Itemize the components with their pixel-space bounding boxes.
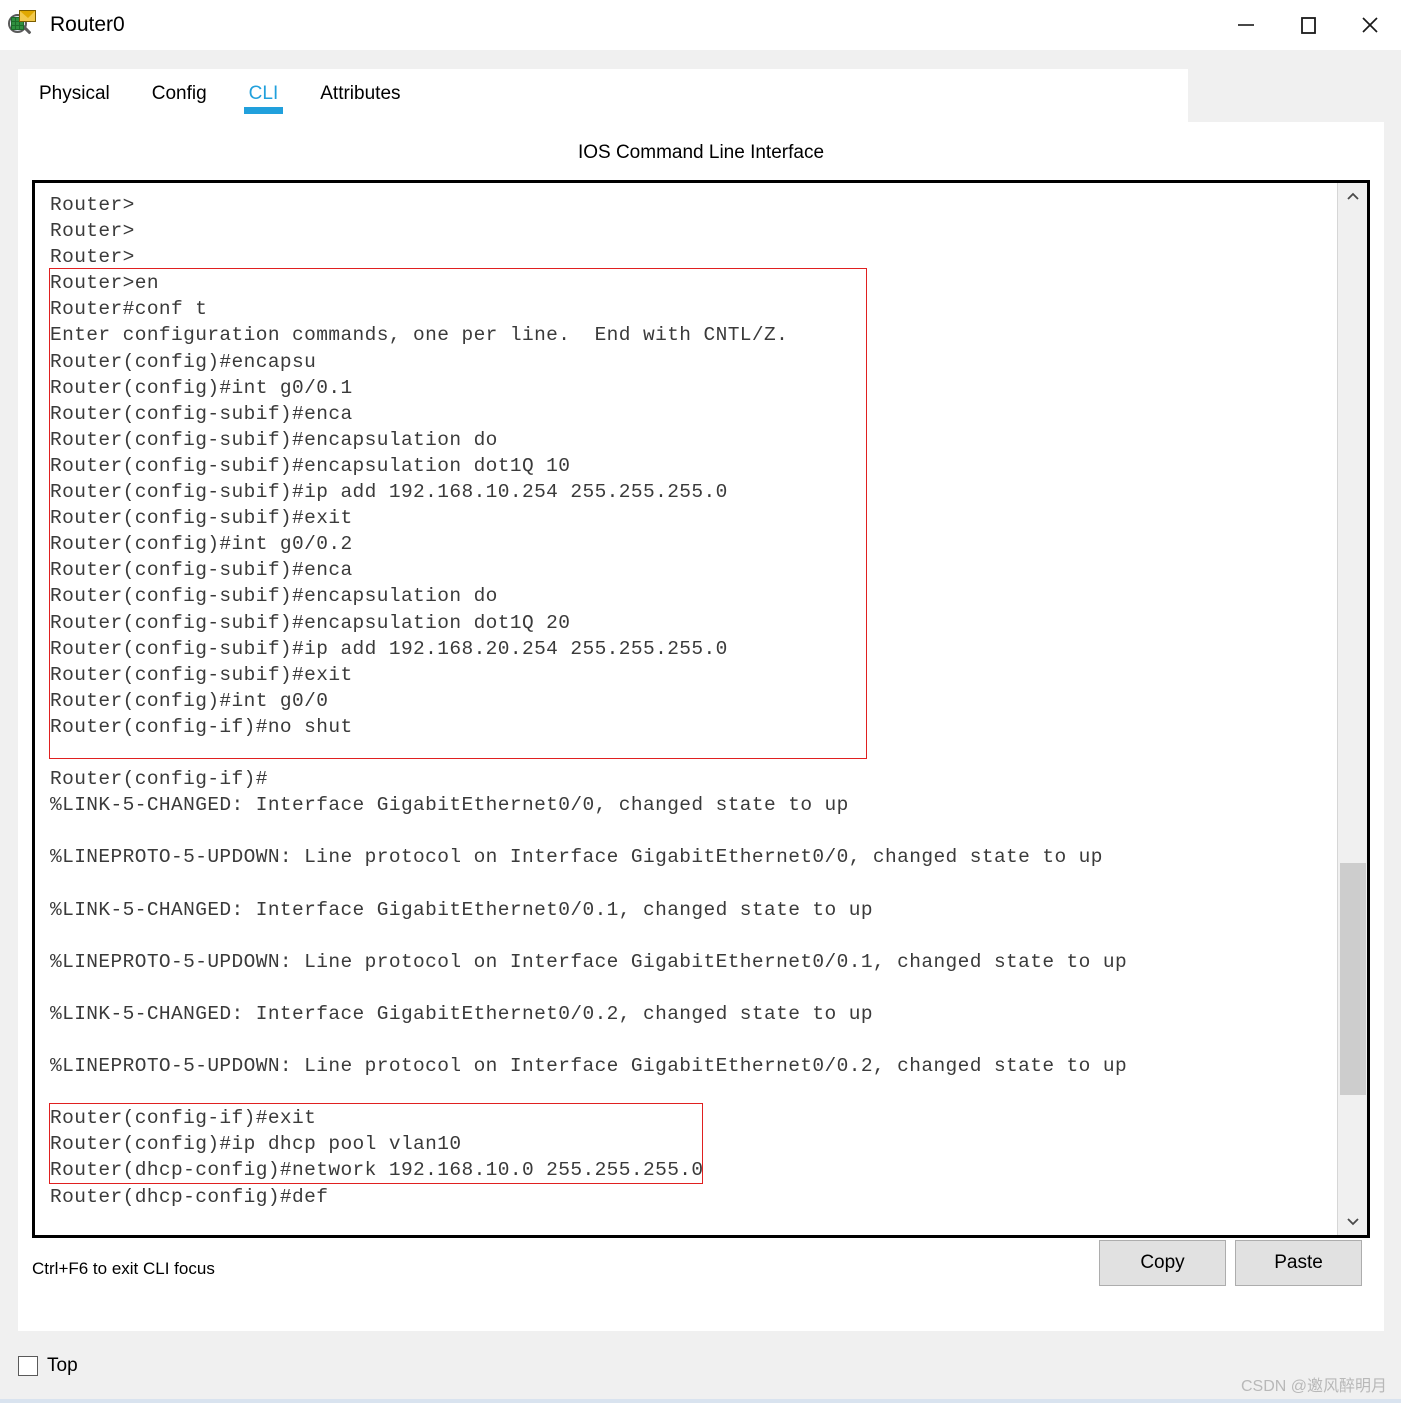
tab-attributes[interactable]: Attributes: [299, 69, 421, 122]
terminal-line: Router(config-if)#no shut: [50, 715, 353, 738]
router-cli-window: Router0 Physical Config CLI Attributes I…: [0, 0, 1401, 1403]
terminal-line: %LINK-5-CHANGED: Interface GigabitEthern…: [50, 1002, 873, 1025]
terminal-frame: Router> Router> Router> Router>en Router#con…: [32, 180, 1370, 1238]
watermark: CSDN @邀风醉明月: [1240, 1378, 1387, 1395]
terminal-line: Router(config-subif)#encapsulation do: [50, 428, 498, 451]
tab-strip: Physical Config CLI Attributes: [0, 50, 1401, 122]
terminal-line: Router>: [50, 220, 135, 243]
tab-list: Physical Config CLI Attributes: [18, 69, 422, 122]
terminal-line: Router(config)#int g0/0.2: [50, 533, 353, 556]
tab-cli-label: CLI: [248, 83, 279, 104]
top-checkbox[interactable]: [18, 1356, 38, 1376]
window-title: Router0: [50, 13, 125, 36]
tab-physical-label: Physical: [39, 83, 110, 104]
cli-panel: IOS Command Line Interface Router> Router…: [18, 122, 1384, 1331]
bottom-bar: Top CSDN @邀风醉明月: [0, 1331, 1401, 1403]
terminal-line: Router(dhcp-config)#def: [50, 1185, 329, 1208]
tab-config[interactable]: Config: [131, 69, 228, 122]
terminal-line: Router(config)#encapsu: [50, 350, 317, 373]
top-checkbox-row[interactable]: Top: [18, 1355, 78, 1377]
window-controls: [1215, 0, 1401, 50]
paste-button[interactable]: Paste: [1235, 1240, 1362, 1286]
terminal-line: Router>: [50, 246, 135, 269]
terminal-line: Router(config-subif)#exit: [50, 507, 353, 530]
terminal-line: Router>en: [50, 272, 159, 295]
terminal-line: Router(config)#int g0/0.1: [50, 376, 353, 399]
panel-title: IOS Command Line Interface: [577, 142, 825, 163]
terminal-output[interactable]: Router> Router> Router> Router>en Router#con…: [35, 183, 1337, 1235]
tab-config-label: Config: [151, 83, 207, 104]
terminal-line: %LINK-5-CHANGED: Interface GigabitEthern…: [50, 898, 873, 921]
cli-focus-hint: Ctrl+F6 to exit CLI focus: [32, 1259, 215, 1278]
top-checkbox-label: Top: [47, 1355, 78, 1376]
terminal-line: %LINK-5-CHANGED: Interface GigabitEthern…: [50, 794, 849, 817]
close-icon[interactable]: [1339, 0, 1401, 50]
terminal-line: %LINEPROTO-5-UPDOWN: Line protocol on In…: [50, 1055, 1128, 1078]
terminal-line: Router(config)#ip dhcp pool vlan10: [50, 1133, 462, 1156]
terminal-line: Router>: [50, 194, 135, 216]
title-bar: Router0: [0, 0, 1401, 50]
tab-cli[interactable]: CLI: [228, 69, 300, 122]
terminal-line: Router(config-subif)#ip add 192.168.10.2…: [50, 481, 728, 504]
terminal-line: Router(config-subif)#enca: [50, 402, 353, 425]
chevron-down-icon[interactable]: [1338, 1207, 1368, 1235]
terminal-line: Router#conf t: [50, 298, 208, 321]
terminal-line: Enter configuration commands, one per li…: [50, 324, 789, 347]
terminal-line: %LINEPROTO-5-UPDOWN: Line protocol on In…: [50, 950, 1128, 973]
terminal-line: Router(config-subif)#ip add 192.168.20.2…: [50, 637, 728, 660]
scrollbar-thumb[interactable]: [1340, 863, 1366, 1095]
maximize-icon[interactable]: [1277, 0, 1339, 50]
copy-button[interactable]: Copy: [1099, 1240, 1226, 1286]
terminal-line: Router(dhcp-config)#network 192.168.10.0…: [50, 1159, 704, 1182]
tab-attributes-label: Attributes: [320, 83, 401, 104]
terminal-line: Router(config-subif)#enca: [50, 559, 353, 582]
terminal-line: Router(config)#int g0/0: [50, 689, 329, 712]
terminal-line: Router(config-subif)#exit: [50, 663, 353, 686]
tab-active-underline: [243, 107, 284, 114]
terminal-line: Router(config-subif)#encapsulation do: [50, 585, 498, 608]
terminal-scrollbar[interactable]: [1337, 183, 1367, 1235]
terminal-line: Router(config-if)#exit: [50, 1107, 317, 1130]
chevron-up-icon[interactable]: [1338, 183, 1368, 211]
inspect-magnifier-icon: [8, 10, 38, 40]
tab-physical[interactable]: Physical: [18, 69, 131, 122]
terminal-line: Router(config-subif)#encapsulation dot1Q…: [50, 611, 571, 634]
taskbar-sliver: [0, 1399, 1401, 1403]
terminal-line: Router(config-subif)#encapsulation dot1Q…: [50, 454, 571, 477]
terminal-line: %LINEPROTO-5-UPDOWN: Line protocol on In…: [50, 846, 1103, 869]
minimize-icon[interactable]: [1215, 0, 1277, 50]
terminal-line: Router(config-if)#: [50, 768, 268, 791]
